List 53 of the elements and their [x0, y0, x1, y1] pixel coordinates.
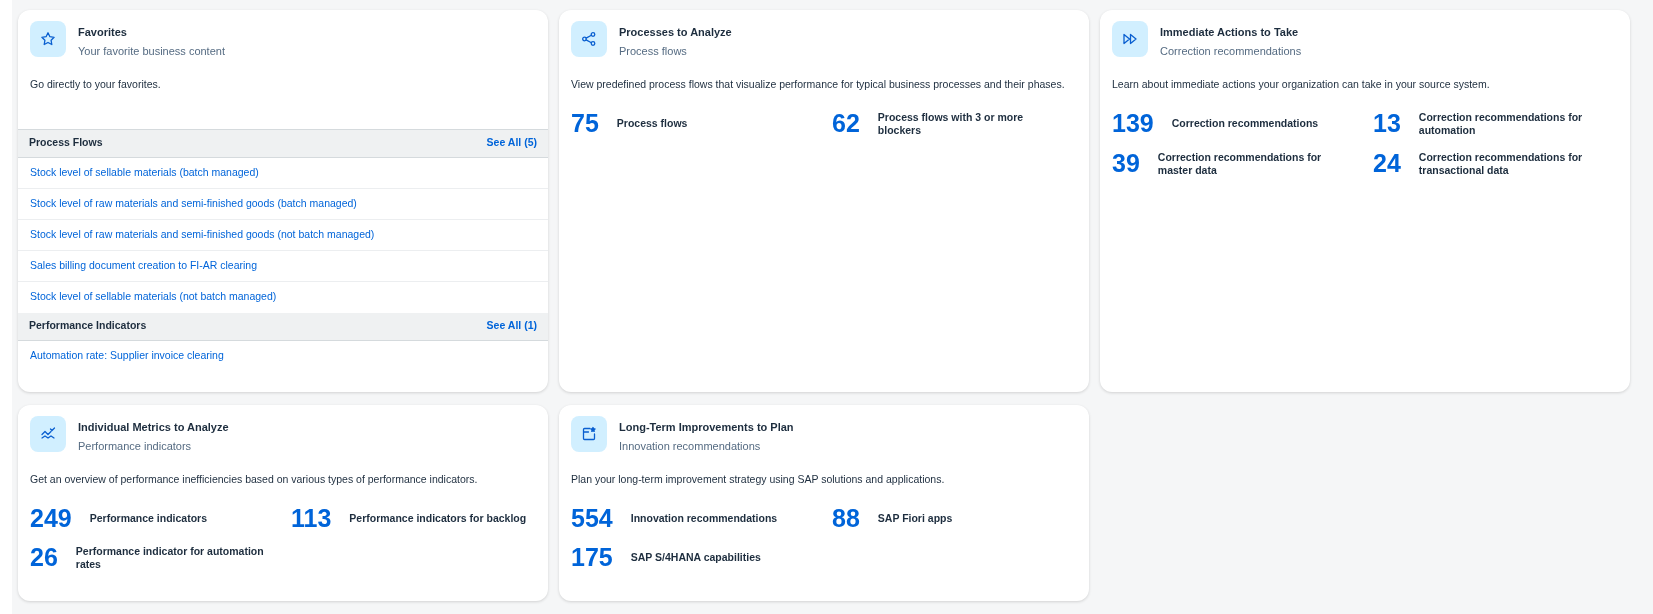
list-link[interactable]: Sales billing document creation to FI-AR clearing	[30, 257, 258, 274]
stat-label: SAP S/4HANA capabilities	[630, 550, 761, 564]
card-title: Immediate Actions to Take	[1160, 25, 1300, 39]
stat-number: 88	[832, 505, 860, 531]
card-description: Plan your long-term improvement strategy using SAP solutions and applications.	[571, 472, 946, 487]
list-link[interactable]: Stock level of sellable materials (not batch managed)	[30, 289, 277, 306]
share-icon	[581, 31, 597, 47]
see-all-link[interactable]: See All (5)	[486, 135, 537, 152]
card-description: Learn about immediate actions your organization can take in your source system.	[1112, 77, 1491, 92]
stat-label: Performance indicator for automation rates	[75, 544, 265, 571]
card-subtitle: Process flows	[619, 44, 688, 58]
stat-number: 139	[1112, 111, 1154, 137]
stat-label: SAP Fiori apps	[877, 511, 953, 525]
card-description: View predefined process flows that visualize performance for typical business processes and their phases.	[571, 77, 1066, 92]
stat-label: Performance indicators for backlog	[349, 511, 527, 525]
stat-number: 113	[291, 505, 332, 531]
card-subtitle: Innovation recommendations	[619, 439, 762, 453]
stat-number: 26	[30, 545, 58, 571]
card-subtitle: Performance indicators	[78, 439, 193, 453]
stat-label: Correction recommendations for automation	[1418, 110, 1584, 137]
stat-number: 249	[30, 505, 72, 531]
stat-number: 62	[832, 111, 860, 137]
section-title: Process Flows	[29, 135, 103, 151]
app-star-icon	[581, 426, 597, 442]
card-description: Get an overview of performance inefficiencies based on various types of performance indicators.	[30, 472, 479, 487]
stat-number: 175	[571, 544, 613, 570]
stat-label: Process flows with 3 or more blockers	[877, 110, 1025, 137]
stat-label: Process flows	[616, 117, 688, 131]
card-subtitle: Your favorite business content	[78, 44, 225, 58]
list-link[interactable]: Stock level of raw materials and semi-finished goods (not batch managed)	[30, 226, 375, 243]
card-title: Processes to Analyze	[619, 25, 732, 39]
stat-number: 13	[1373, 111, 1401, 137]
list-link[interactable]: Stock level of sellable materials (batch managed)	[30, 164, 259, 181]
section-title: Performance Indicators	[29, 318, 147, 334]
card-title: Long-Term Improvements to Plan	[619, 420, 794, 434]
stat-number: 39	[1112, 151, 1140, 177]
card-subtitle: Correction recommendations	[1160, 44, 1302, 58]
list-link[interactable]: Automation rate: Supplier invoice clearing	[30, 348, 224, 365]
stat-label: Correction recommendations	[1171, 117, 1319, 131]
star-icon	[40, 31, 56, 47]
fast-forward-icon	[1122, 31, 1138, 47]
stat-label: Correction recommendations for transactional data	[1418, 150, 1584, 177]
stat-number: 24	[1373, 151, 1401, 177]
stat-number: 554	[571, 505, 613, 531]
list-link[interactable]: Stock level of raw materials and semi-finished goods (batch managed)	[30, 195, 357, 212]
stat-label: Correction recommendations for master data	[1157, 150, 1323, 177]
card-description: Go directly to your favorites.	[30, 77, 162, 92]
stat-label: Innovation recommendations	[630, 511, 778, 525]
see-all-link[interactable]: See All (1)	[486, 318, 537, 335]
card-title: Individual Metrics to Analyze	[78, 420, 229, 434]
stat-number: 75	[571, 111, 599, 137]
card-title: Favorites	[78, 25, 128, 39]
stat-label: Performance indicators	[89, 511, 207, 525]
